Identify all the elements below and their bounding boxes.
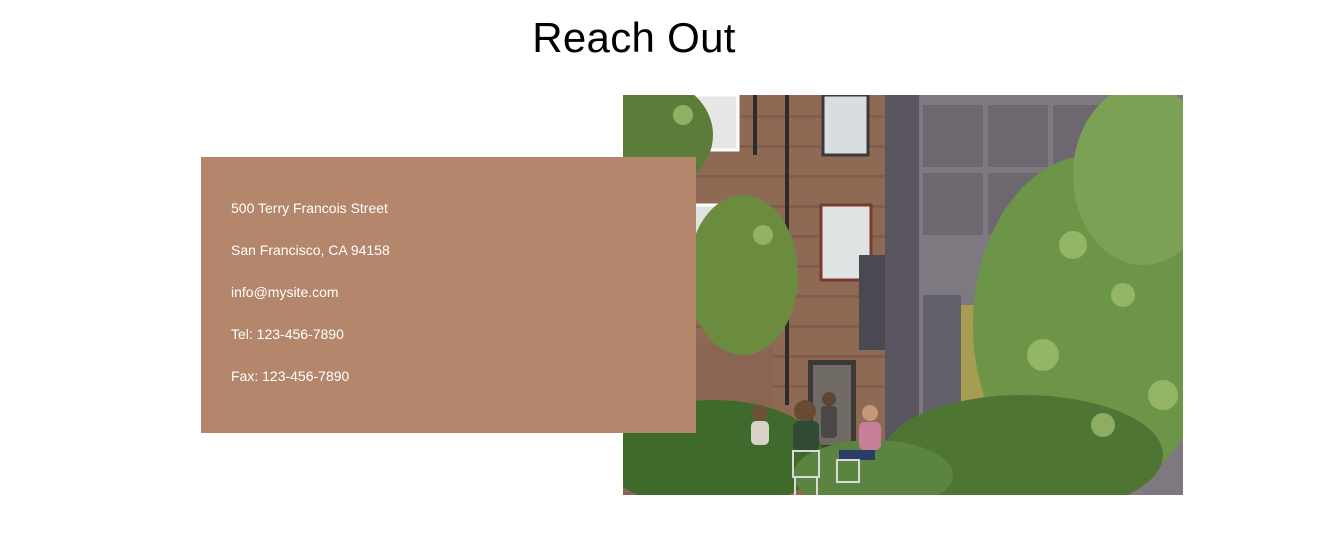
address-line-2: San Francisco, CA 94158 bbox=[231, 242, 390, 258]
phone-number: Tel: 123-456-7890 bbox=[231, 326, 344, 342]
contact-info-card: 500 Terry Francois Street San Francisco,… bbox=[201, 157, 696, 433]
page-title: Reach Out bbox=[532, 14, 736, 61]
courtyard-photo bbox=[623, 95, 1183, 495]
address-line-1: 500 Terry Francois Street bbox=[231, 200, 388, 216]
fax-number: Fax: 123-456-7890 bbox=[231, 368, 350, 384]
email-link[interactable]: info@mysite.com bbox=[231, 284, 696, 300]
reach-out-section: Reach Out 500 Terry Francois Street San … bbox=[0, 0, 1326, 533]
